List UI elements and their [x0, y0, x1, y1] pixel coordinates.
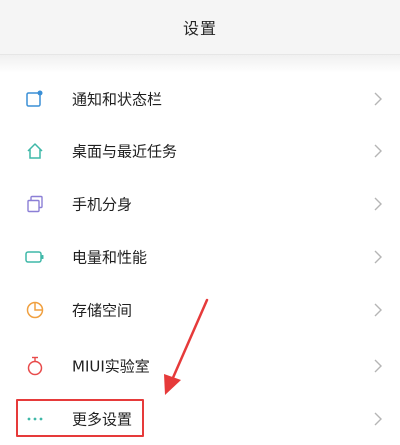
settings-item-storage[interactable]: 存储空间 — [0, 284, 400, 336]
chevron-right-icon — [372, 410, 384, 428]
settings-item-label: 通知和状态栏 — [72, 90, 163, 109]
settings-item-label: 存储空间 — [72, 301, 133, 320]
chevron-right-icon — [372, 248, 384, 266]
flask-icon — [24, 355, 46, 377]
settings-item-label: 电量和性能 — [72, 248, 148, 267]
chevron-right-icon — [372, 195, 384, 213]
notification-square-icon — [24, 88, 46, 110]
chevron-right-icon — [372, 301, 384, 319]
settings-item-battery[interactable]: 电量和性能 — [0, 231, 400, 283]
settings-item-label: 桌面与最近任务 — [72, 142, 178, 161]
page-title: 设置 — [182, 19, 217, 38]
settings-item-dual-apps[interactable]: 手机分身 — [0, 178, 400, 230]
settings-item-notifications[interactable]: 通知和状态栏 — [0, 73, 400, 125]
settings-item-label: MIUI实验室 — [72, 357, 150, 376]
chevron-right-icon — [372, 357, 384, 375]
chevron-right-icon — [372, 142, 384, 160]
chevron-right-icon — [372, 90, 384, 108]
header-bar: 设置 — [0, 0, 400, 55]
storage-pie-icon — [24, 299, 46, 321]
dual-copy-icon — [24, 193, 46, 215]
battery-icon — [24, 246, 46, 268]
settings-item-miui-lab[interactable]: MIUI实验室 — [0, 340, 400, 392]
annotation-highlight-box — [16, 399, 144, 437]
scroll-fade — [0, 55, 400, 73]
home-icon — [24, 140, 46, 162]
settings-item-desktop[interactable]: 桌面与最近任务 — [0, 125, 400, 177]
settings-item-label: 手机分身 — [72, 195, 133, 214]
